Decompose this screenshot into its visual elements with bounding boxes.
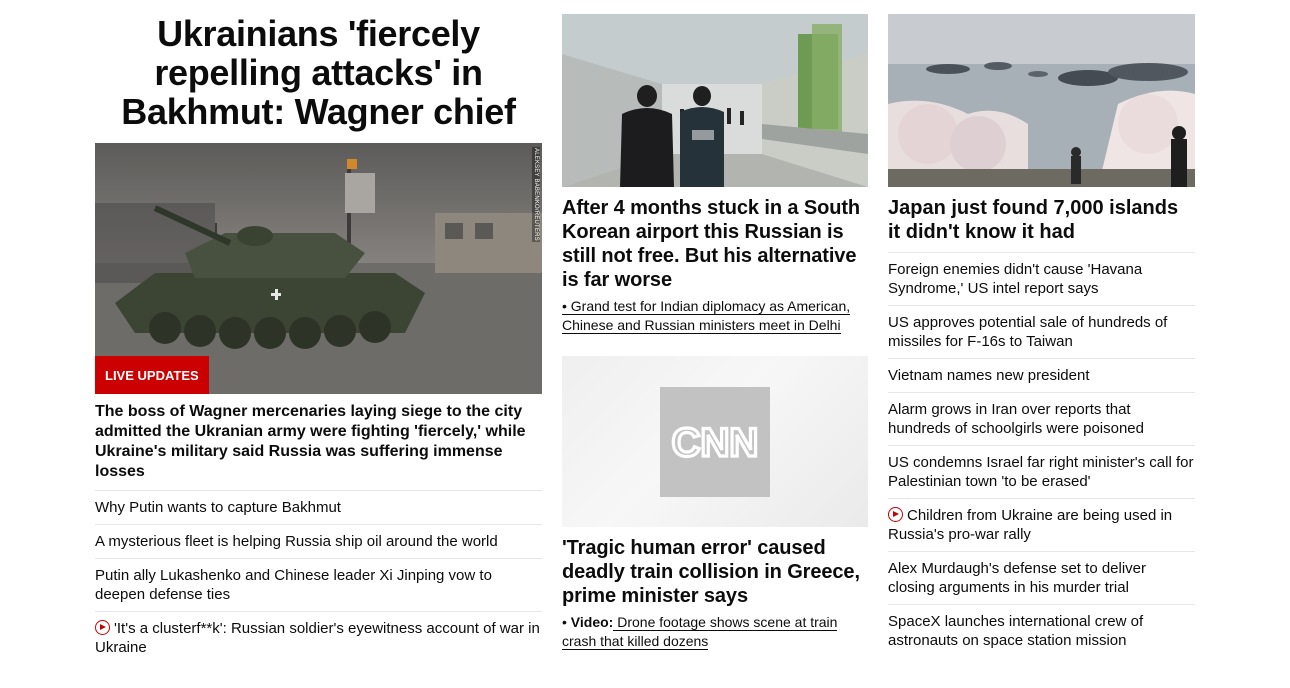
list-item[interactable]: Children from Ukraine are being used in … — [888, 499, 1195, 552]
list-item[interactable]: Alex Murdaugh's defense set to deliver c… — [888, 552, 1195, 605]
list-item[interactable]: Foreign enemies didn't cause 'Havana Syn… — [888, 253, 1195, 306]
list-item[interactable]: US condemns Israel far right minister's … — [888, 446, 1195, 499]
train-story-headline[interactable]: 'Tragic human error' caused deadly train… — [562, 536, 868, 608]
lead-related-links: Why Putin wants to capture Bakhmut A mys… — [95, 491, 542, 664]
middle-column: After 4 months stuck in a South Korean a… — [562, 14, 868, 650]
list-item[interactable]: US approves potential sale of hundreds o… — [888, 306, 1195, 359]
cnn-placeholder-image[interactable]: CNN — [562, 356, 868, 527]
train-story: CNN 'Tragic human error' caused deadly t… — [562, 356, 868, 651]
right-column: Japan just found 7,000 islands it didn't… — [888, 14, 1195, 657]
drone-video-link[interactable]: • Video: Drone footage shows scene at tr… — [562, 613, 868, 651]
list-item[interactable]: A mysterious fleet is helping Russia shi… — [95, 525, 542, 559]
image-credit: ALEKSEY BABENKO/REUTERS — [532, 147, 540, 242]
play-video-icon — [95, 620, 110, 635]
airport-story-headline[interactable]: After 4 months stuck in a South Korean a… — [562, 196, 868, 292]
lead-image-tank[interactable]: ALEKSEY BABENKO/REUTERS LIVE UPDATES — [95, 143, 542, 394]
list-item[interactable]: Vietnam names new president — [888, 359, 1195, 393]
lead-summary[interactable]: The boss of Wagner mercenaries laying si… — [95, 402, 542, 491]
diplomacy-link[interactable]: • Grand test for Indian diplomacy as Ame… — [562, 297, 868, 335]
japan-islands-image[interactable] — [888, 14, 1195, 187]
list-item[interactable]: Alarm grows in Iran over reports that hu… — [888, 393, 1195, 446]
svg-text:CNN: CNN — [672, 421, 759, 464]
lead-headline[interactable]: Ukrainians 'fiercely repelling attacks' … — [95, 14, 542, 131]
play-video-icon — [888, 507, 903, 522]
japan-story-headline[interactable]: Japan just found 7,000 islands it didn't… — [888, 196, 1195, 253]
cnn-logo: CNN — [660, 387, 770, 497]
cnn-logo-icon: CNN — [670, 420, 760, 464]
airport-image[interactable] — [562, 14, 868, 187]
right-headline-list: Foreign enemies didn't cause 'Havana Syn… — [888, 253, 1195, 657]
lead-story: Ukrainians 'fiercely repelling attacks' … — [95, 14, 542, 664]
list-item[interactable]: Why Putin wants to capture Bakhmut — [95, 491, 542, 525]
list-item[interactable]: 'It's a clusterf**k': Russian soldier's … — [95, 612, 542, 664]
list-item[interactable]: Putin ally Lukashenko and Chinese leader… — [95, 559, 542, 612]
list-item[interactable]: SpaceX launches international crew of as… — [888, 605, 1195, 657]
live-updates-badge[interactable]: LIVE UPDATES — [95, 356, 209, 394]
